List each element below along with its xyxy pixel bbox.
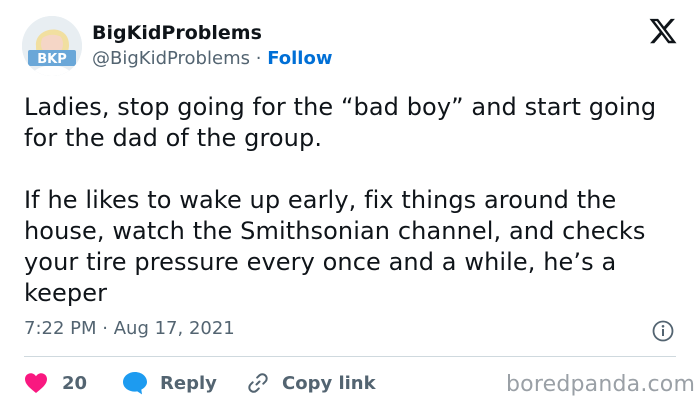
watermark: boredpanda.com [506,372,696,397]
meta-separator: · [102,318,108,339]
display-name[interactable]: BigKidProblems [92,22,262,44]
reply-label: Reply [160,372,217,394]
handle[interactable]: @BigKidProblems [92,48,250,69]
tweet-date[interactable]: Aug 17, 2021 [114,318,235,339]
handle-separator: · [255,48,262,69]
tweet-text: Ladies, stop going for the “bad boy” and… [24,92,674,309]
like-count: 20 [62,372,88,394]
follow-button[interactable]: Follow [267,48,332,69]
handle-row: @BigKidProblems · Follow [92,48,332,69]
avatar[interactable]: BKP [22,16,82,76]
like-button[interactable]: 20 [24,370,87,396]
info-icon[interactable] [652,320,674,342]
copy-link-label: Copy link [282,372,376,394]
action-bar: 20 Reply Copy link [24,370,504,396]
tweet-meta: 7:22 PM · Aug 17, 2021 [24,318,235,339]
tweet-card: BKP BigKidProblems @BigKidProblems · Fol… [0,0,700,410]
tweet-paragraph: Ladies, stop going for the “bad boy” and… [24,93,657,152]
tweet-paragraph: If he likes to wake up early, fix things… [24,186,646,307]
reply-bubble-icon [123,372,147,395]
reply-button[interactable]: Reply [122,370,217,396]
tweet-time[interactable]: 7:22 PM [24,318,97,339]
divider [24,356,676,357]
heart-icon [25,373,47,393]
link-icon [248,373,268,393]
avatar-text: BKP [37,52,67,67]
copy-link-button[interactable]: Copy link [246,370,376,396]
x-logo-icon[interactable] [648,16,678,46]
